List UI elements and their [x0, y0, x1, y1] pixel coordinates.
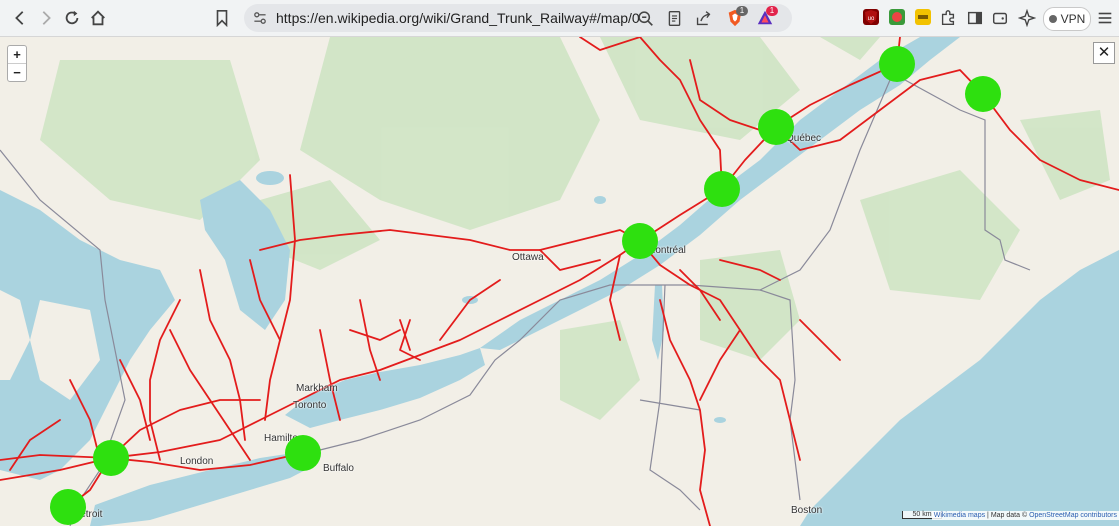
- station-marker[interactable]: [622, 223, 658, 259]
- sidebar-icon[interactable]: [961, 4, 989, 32]
- home-icon[interactable]: [84, 4, 112, 32]
- station-marker[interactable]: [879, 46, 915, 82]
- wikimedia-maps-link[interactable]: Wikimedia maps: [934, 512, 985, 519]
- bookmark-icon[interactable]: [208, 4, 236, 32]
- city-label-london: London: [180, 456, 214, 467]
- station-marker[interactable]: [758, 109, 794, 145]
- extensions-puzzle-icon[interactable]: [934, 4, 962, 32]
- zoom-in-button[interactable]: +: [8, 46, 26, 63]
- close-map-button[interactable]: ✕: [1093, 42, 1115, 64]
- reload-icon[interactable]: [58, 4, 86, 32]
- url-text[interactable]: https://en.wikipedia.org/wiki/Grand_Trun…: [276, 10, 640, 26]
- station-marker[interactable]: [50, 489, 86, 525]
- map-attribution: Wikimedia maps | Map data © OpenStreetMa…: [931, 511, 1119, 520]
- extension-yellow-icon[interactable]: [915, 9, 931, 25]
- extension-green-icon[interactable]: [889, 9, 905, 25]
- city-label-toronto: Toronto: [293, 400, 327, 411]
- shields-badge: 1: [736, 6, 748, 16]
- address-bar[interactable]: https://en.wikipedia.org/wiki/Grand_Trun…: [244, 4, 792, 32]
- site-settings-icon[interactable]: [251, 9, 269, 27]
- brave-rewards-icon[interactable]: 1: [756, 6, 778, 27]
- ublock-icon[interactable]: uo: [863, 9, 879, 25]
- leo-ai-icon[interactable]: [1013, 4, 1041, 32]
- svg-text:uo: uo: [868, 16, 875, 22]
- vpn-button[interactable]: VPN: [1043, 7, 1091, 31]
- brave-shields-icon[interactable]: 1: [726, 6, 748, 27]
- city-label-ottawa: Ottawa: [512, 252, 544, 263]
- zoom-out-button[interactable]: −: [8, 63, 26, 81]
- map-view[interactable]: + − ✕ Québec Ottawa Montréal Markham Tor…: [0, 37, 1119, 526]
- station-marker[interactable]: [285, 435, 321, 471]
- zoom-control: + −: [7, 45, 27, 82]
- forward-icon[interactable]: [32, 4, 60, 32]
- vpn-status-icon: [1048, 15, 1057, 23]
- share-icon[interactable]: [694, 9, 712, 27]
- city-label-markham: Markham: [296, 383, 338, 394]
- station-marker[interactable]: [965, 76, 1001, 112]
- alert-badge: 1: [766, 6, 778, 16]
- city-label-boston: Boston: [791, 505, 823, 516]
- wallet-icon[interactable]: [986, 4, 1014, 32]
- attribution-separator: | Map data ©: [985, 512, 1030, 519]
- back-icon[interactable]: [6, 4, 34, 32]
- reader-mode-icon[interactable]: [665, 9, 683, 27]
- menu-icon[interactable]: [1091, 4, 1119, 32]
- zoom-out-icon[interactable]: [636, 9, 654, 27]
- vpn-label: VPN: [1060, 12, 1086, 26]
- map-base-layer: [0, 37, 1119, 526]
- city-label-buffalo: Buffalo: [323, 463, 354, 474]
- station-marker[interactable]: [704, 171, 740, 207]
- browser-toolbar: https://en.wikipedia.org/wiki/Grand_Trun…: [0, 0, 1119, 37]
- osm-contributors-link[interactable]: OpenStreetMap contributors: [1029, 512, 1117, 519]
- station-marker[interactable]: [93, 440, 129, 476]
